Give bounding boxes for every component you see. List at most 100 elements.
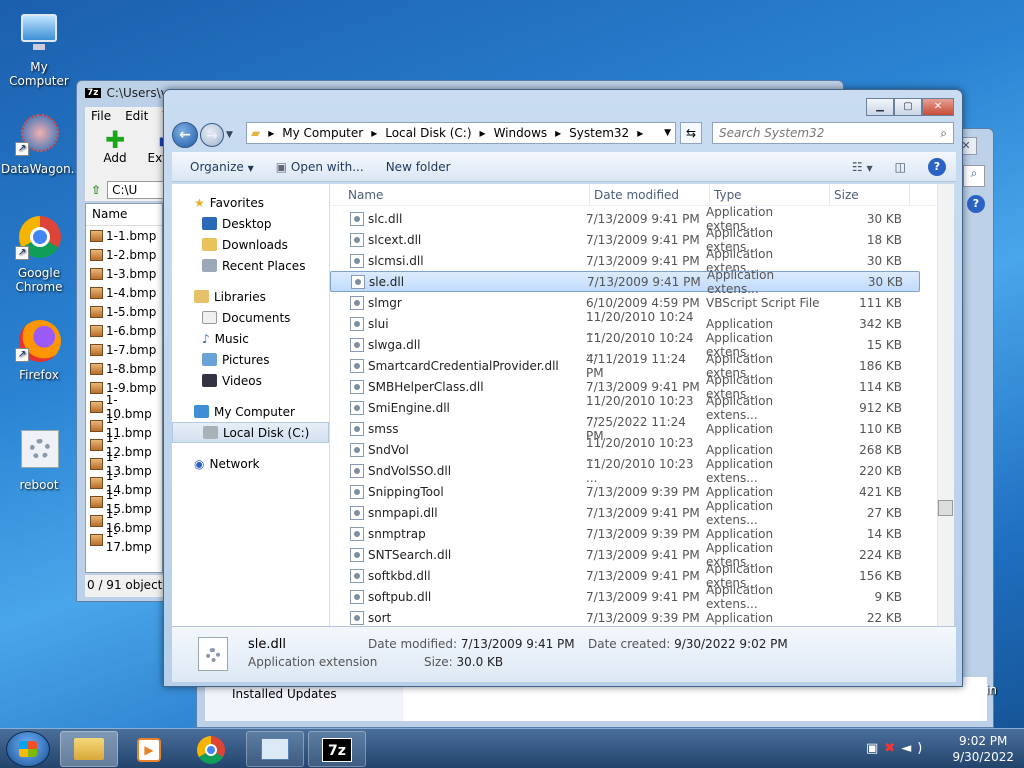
nav-network-label: Network	[209, 456, 260, 471]
nav-videos[interactable]: Videos	[172, 370, 329, 391]
table-row[interactable]: slcmsi.dll 7/13/2009 9:41 PM Application e…	[330, 247, 920, 275]
list-item[interactable]: 1-4.bmp	[86, 283, 162, 302]
list-item[interactable]: 1-17.bmp	[86, 526, 162, 554]
help-button[interactable]: ?	[928, 157, 946, 176]
list-item[interactable]: 1-6.bmp	[86, 321, 162, 340]
organize-button[interactable]: Organize ▼	[182, 156, 262, 178]
desktop-icon-reboot[interactable]: reboot	[1, 428, 77, 492]
desktop-icon-my-computer[interactable]: My Computer	[1, 10, 77, 88]
taskbar-media-player[interactable]: ▶	[120, 731, 178, 767]
list-item[interactable]: 1-7.bmp	[86, 340, 162, 359]
nav-local-disk[interactable]: Local Disk (C:)	[172, 422, 329, 443]
table-row[interactable]: SmartcardCredentialProvider.dll 4/11/2019…	[330, 352, 920, 380]
forward-button[interactable]: →	[200, 123, 224, 147]
nav-pictures[interactable]: Pictures	[172, 349, 329, 370]
column-header-date[interactable]: Date modified	[590, 184, 710, 206]
table-row[interactable]: SndVolSSO.dll 11/20/2010 10:23 ... Applica…	[330, 457, 920, 485]
list-item[interactable]: 1-3.bmp	[86, 264, 162, 283]
table-row[interactable]: SnippingTool 7/13/2009 9:39 PM Application…	[330, 481, 920, 502]
taskbar-chrome[interactable]	[182, 731, 240, 767]
nav-network[interactable]: ◉ Network	[172, 453, 329, 474]
list-item[interactable]: 1-5.bmp	[86, 302, 162, 321]
menu-file[interactable]: File	[91, 109, 111, 123]
recent-pages-dropdown-icon[interactable]: ▼	[226, 130, 233, 140]
scrollbar-thumb[interactable]	[938, 500, 953, 516]
table-row[interactable]: softkbd.dll 7/13/2009 9:41 PM Application …	[330, 562, 920, 590]
search-input[interactable]: Search System32 ⌕	[712, 122, 954, 144]
nav-my-computer[interactable]: My Computer	[172, 401, 329, 422]
menu-edit[interactable]: Edit	[125, 109, 148, 123]
table-row[interactable]: snmpapi.dll 7/13/2009 9:41 PM Application …	[330, 499, 920, 527]
desktop-icon-chrome[interactable]: ↗ Google Chrome	[1, 216, 77, 294]
volume-icon[interactable]: ◄)	[901, 741, 928, 756]
nav-downloads[interactable]: Downloads	[172, 234, 329, 255]
sevenzip-file-list[interactable]: Name 1-1.bmp 1-2.bmp 1-3.bmp 1-4.bmp 1-5.bmp…	[85, 203, 163, 573]
file-icon	[350, 358, 364, 373]
desktop-icon-datawagon[interactable]: ↗ DataWagon...	[1, 112, 82, 176]
new-folder-button[interactable]: New folder	[378, 156, 459, 178]
address-dropdown-icon[interactable]: ▼	[660, 128, 675, 138]
bitmap-file-icon	[90, 267, 103, 280]
taskbar-control-panel[interactable]	[246, 731, 304, 767]
action-center-icon[interactable]: ✖	[884, 741, 901, 756]
column-header-size[interactable]: Size	[830, 184, 910, 206]
list-item[interactable]: 1-2.bmp	[86, 245, 162, 264]
up-folder-icon[interactable]: ⇧	[91, 183, 101, 197]
breadcrumb-my-computer[interactable]: My Computer	[278, 126, 367, 140]
start-button[interactable]	[6, 731, 50, 767]
network-tray-icon[interactable]: ▣	[866, 741, 884, 756]
close-button[interactable]: ✕	[922, 98, 954, 116]
file-icon	[350, 505, 364, 520]
table-row[interactable]: SNTSearch.dll 7/13/2009 9:41 PM Applicatio…	[330, 541, 920, 569]
navigation-row: ← → ▼ ▰ ▸ My Computer ▸ Local Disk (C:) …	[172, 122, 956, 148]
table-row[interactable]: softpub.dll 7/13/2009 9:41 PM Application …	[330, 583, 920, 611]
cell-size: 220 KB	[859, 463, 902, 478]
minimize-button[interactable]: ▁	[866, 98, 894, 116]
cell-type: Application	[706, 526, 774, 541]
address-bar[interactable]: ▰ ▸ My Computer ▸ Local Disk (C:) ▸ Wind…	[246, 122, 676, 144]
help-icon[interactable]: ?	[967, 195, 985, 213]
taskbar: ▶ 7z ▣✖◄) 9:02 PM 9/30/2022	[0, 728, 1024, 768]
explorer-window[interactable]: ▁ ▢ ✕ ← → ▼ ▰ ▸ My Computer ▸ Local Disk…	[163, 89, 963, 687]
column-header-name[interactable]: Name	[86, 204, 162, 226]
nav-libraries[interactable]: Libraries	[172, 286, 329, 307]
navigation-pane[interactable]: ★ Favorites Desktop Downloads Recent Plac…	[172, 184, 330, 626]
table-row[interactable]: slc.dll 7/13/2009 9:41 PM Application exte…	[330, 205, 920, 233]
search-icon[interactable]: ⌕	[940, 126, 947, 141]
vertical-scrollbar[interactable]	[937, 184, 954, 626]
taskbar-explorer[interactable]	[60, 731, 118, 767]
file-icon	[350, 526, 364, 541]
column-header-name[interactable]: Name	[330, 184, 590, 206]
add-button[interactable]: ✚ Add	[93, 125, 137, 179]
column-header-type[interactable]: Type	[710, 184, 830, 206]
search-icon[interactable]: ⌕	[963, 165, 985, 187]
table-row[interactable]: sort 7/13/2009 9:39 PM Application 22 KB	[330, 607, 920, 626]
nav-music[interactable]: ♪ Music	[172, 328, 329, 349]
table-row[interactable]: sle.dll 7/13/2009 9:41 PM Application exte…	[330, 268, 920, 296]
nav-recent-places[interactable]: Recent Places	[172, 255, 329, 276]
taskbar-7zip[interactable]: 7z	[308, 731, 366, 767]
back-button[interactable]: ←	[172, 122, 198, 148]
breadcrumb-local-disk[interactable]: Local Disk (C:)	[381, 126, 475, 140]
desktop-icon-firefox[interactable]: ↗ Firefox	[1, 318, 77, 382]
nav-documents[interactable]: Documents	[172, 307, 329, 328]
maximize-button[interactable]: ▢	[894, 98, 922, 116]
table-row[interactable]: snmptrap 7/13/2009 9:39 PM Application 14 K…	[330, 523, 920, 544]
nav-favorites[interactable]: ★ Favorites	[172, 192, 329, 213]
cell-size: 224 KB	[859, 547, 902, 562]
list-item[interactable]: 1-8.bmp	[86, 359, 162, 378]
list-item[interactable]: 1-1.bmp	[86, 226, 162, 245]
details-modified-label: Date modified:	[368, 637, 458, 651]
file-list[interactable]: Name Date modified Type Size slc.dll 7/13…	[330, 184, 954, 626]
breadcrumb-system32[interactable]: System32	[565, 126, 633, 140]
list-item-label: 1-17.bmp	[105, 525, 152, 554]
refresh-button[interactable]: ⇆	[680, 122, 702, 144]
preview-pane-button[interactable]: ◫	[895, 160, 906, 174]
open-with-button[interactable]: ▣ Open with...	[268, 156, 372, 178]
table-row[interactable]: slcext.dll 7/13/2009 9:41 PM Application e…	[330, 226, 920, 254]
file-name: sle.dll	[369, 274, 405, 289]
clock[interactable]: 9:02 PM 9/30/2022	[952, 733, 1014, 765]
nav-desktop[interactable]: Desktop	[172, 213, 329, 234]
breadcrumb-windows[interactable]: Windows	[490, 126, 552, 140]
view-options-button[interactable]: ☷ ▼	[852, 160, 873, 174]
